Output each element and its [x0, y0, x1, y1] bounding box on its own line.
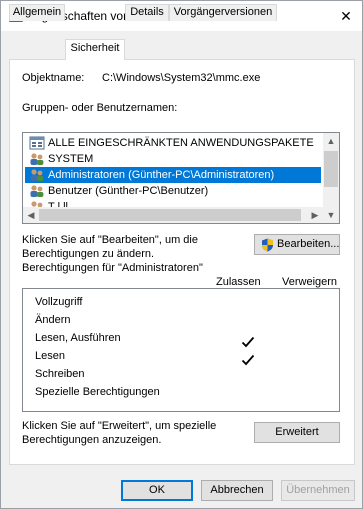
check-icon: [241, 354, 255, 366]
permission-row: Lesen, Ausführen: [35, 329, 121, 347]
scroll-thumb[interactable]: [324, 151, 338, 187]
groups-listbox[interactable]: ALLE EINGESCHRÄNKTEN ANWENDUNGSPAKETE SY…: [22, 132, 340, 224]
list-item-label: Benutzer (Günther-PC\Benutzer): [48, 185, 209, 197]
vertical-scrollbar[interactable]: ▲: [323, 133, 339, 207]
list-item-label: ALLE EINGESCHRÄNKTEN ANWENDUNGSPAKETE: [48, 137, 314, 149]
users-group-icon: [30, 169, 44, 181]
properties-dialog: Eigenschaften von mmc.exe ✕ Allgemein Si…: [0, 0, 363, 509]
uac-shield-icon: [262, 238, 273, 252]
edit-hint-line1: Klicken Sie auf "Bearbeiten", um die: [22, 234, 198, 246]
list-item-label: T l ll: [48, 201, 68, 207]
object-name-label: Objektname:: [22, 72, 85, 84]
permission-label: Vollzugriff: [35, 296, 83, 308]
list-item[interactable]: Benutzer (Günther-PC\Benutzer): [25, 183, 321, 199]
list-item[interactable]: Administratoren (Günther-PC\Administrato…: [25, 167, 321, 183]
permission-row: Vollzugriff: [35, 293, 83, 311]
advanced-button-label: Erweitert: [275, 426, 319, 438]
permission-label: Ändern: [35, 314, 71, 326]
advanced-hint-line2: Berechtigungen anzuzeigen.: [22, 434, 162, 446]
object-name-value: C:\Windows\System32\mmc.exe: [102, 72, 261, 84]
permission-label: Lesen, Ausführen: [35, 332, 121, 344]
scroll-left-icon[interactable]: ◀: [23, 207, 39, 223]
permissions-title: Berechtigungen für "Administratoren": [22, 262, 203, 274]
scroll-right-icon[interactable]: ▶: [307, 207, 323, 223]
groups-label: Gruppen- oder Benutzernamen:: [22, 102, 178, 114]
apply-button[interactable]: Übernehmen: [281, 480, 355, 501]
users-group-icon: [30, 185, 44, 197]
list-item[interactable]: ALLE EINGESCHRÄNKTEN ANWENDUNGSPAKETE: [25, 135, 321, 151]
close-icon[interactable]: ✕: [336, 7, 356, 25]
permissions-list: Vollzugriff Ändern Lesen, Ausführen Lese…: [22, 288, 340, 412]
edit-hint-line2: Berechtigungen zu ändern.: [22, 248, 155, 260]
list-item-label: Administratoren (Günther-PC\Administrato…: [48, 169, 275, 181]
column-allow-header: Zulassen: [216, 276, 261, 288]
app-package-icon: [29, 136, 45, 150]
check-icon: [241, 336, 255, 348]
security-tab-panel: Objektname: C:\Windows\System32\mmc.exe …: [9, 59, 355, 465]
edit-button[interactable]: Bearbeiten...: [254, 234, 340, 255]
tab-label: Details: [130, 6, 164, 18]
permission-label: Schreiben: [35, 368, 85, 380]
advanced-hint-line1: Klicken Sie auf "Erweitert", um speziell…: [22, 420, 217, 432]
permission-label: Lesen: [35, 350, 65, 362]
tab-label: Allgemein: [12, 6, 62, 18]
list-item[interactable]: SYSTEM: [25, 151, 321, 167]
apply-button-label: Übernehmen: [286, 484, 350, 496]
cancel-button-label: Abbrechen: [210, 484, 264, 496]
edit-button-label: Bearbeiten...: [277, 238, 340, 250]
tab-label: Sicherheit: [70, 42, 120, 54]
scroll-up-icon[interactable]: ▲: [323, 133, 339, 149]
permission-row: Ändern: [35, 311, 70, 329]
users-group-icon: [30, 153, 44, 165]
advanced-button[interactable]: Erweitert: [254, 422, 340, 443]
list-item[interactable]: T l ll: [25, 199, 321, 207]
scroll-down-icon[interactable]: ▼: [323, 207, 339, 223]
permission-row: Spezielle Berechtigungen: [35, 383, 160, 401]
permission-row: Lesen: [35, 347, 65, 365]
ok-button-label: OK: [149, 484, 165, 496]
cancel-button[interactable]: Abbrechen: [201, 480, 273, 501]
ok-button[interactable]: OK: [121, 480, 193, 501]
permission-label: Spezielle Berechtigungen: [35, 386, 160, 398]
users-group-icon: [31, 201, 43, 207]
tab-details[interactable]: Details: [125, 4, 169, 21]
permission-row: Schreiben: [35, 365, 85, 383]
column-deny-header: Verweigern: [282, 276, 338, 288]
tab-allgemein[interactable]: Allgemein: [9, 4, 65, 21]
horizontal-scrollbar[interactable]: ◀ ▶ ▼: [23, 207, 339, 223]
tab-vorgaengerversionen[interactable]: Vorgängerversionen: [169, 4, 277, 21]
scroll-thumb[interactable]: [39, 209, 301, 221]
list-item-label: SYSTEM: [48, 153, 94, 165]
tab-label: Vorgängerversionen: [173, 6, 273, 18]
tab-sicherheit[interactable]: Sicherheit: [65, 39, 125, 60]
